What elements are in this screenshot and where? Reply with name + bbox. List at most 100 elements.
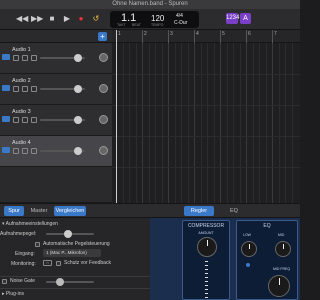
input-select[interactable]: 1 (Mac P...Mikrofon) [43, 249, 101, 257]
compressor-amount-dial[interactable] [197, 237, 217, 257]
monitoring-label: Monitoring: [11, 261, 36, 267]
ruler-label: 4 [196, 31, 199, 37]
record-enable-button[interactable] [99, 53, 108, 62]
tab-master[interactable]: Master [27, 206, 51, 216]
grid-line [181, 43, 182, 203]
track-header-bar: + [0, 30, 112, 43]
input-monitor-icon[interactable] [31, 117, 37, 123]
lane-divider [112, 74, 300, 75]
lcd-signature: 4/4 [176, 13, 183, 19]
auto-level-checkbox[interactable] [35, 242, 40, 247]
lcd-tempo-label: TEMPO [151, 23, 164, 27]
eq-mid-freq-dial[interactable] [268, 275, 290, 297]
eq-mid-freq-label: MID FREQ [273, 267, 291, 271]
headphones-icon[interactable] [22, 86, 28, 92]
eq-title: EQ [263, 223, 271, 229]
ruler-label: 3 [170, 31, 173, 37]
arrangement-area[interactable] [112, 43, 300, 203]
recording-section-header[interactable]: ▾ Aufnahmeeinstellungen [2, 221, 152, 227]
grid-line [155, 43, 156, 203]
plugins-section-header[interactable]: ▸ Plug-ins [2, 291, 152, 297]
record-enable-button[interactable] [99, 115, 108, 124]
track-inspector: ▾ Aufnahmeeinstellungen Aufnahmepegel: A… [0, 218, 150, 300]
compressor-amount-label: AMOUNT [198, 231, 214, 235]
compressor-meter [202, 261, 212, 299]
divider [0, 276, 150, 277]
forward-button[interactable]: ▶▶ [31, 13, 43, 25]
track-row[interactable]: Audio 4 [0, 136, 112, 167]
grid-line [148, 43, 150, 203]
grid-line [161, 43, 163, 203]
playhead[interactable] [116, 30, 117, 203]
input-monitor-icon[interactable] [31, 86, 37, 92]
grid-line [194, 43, 195, 203]
track-row[interactable]: Audio 3 [0, 105, 112, 136]
headphones-icon[interactable] [22, 148, 28, 154]
volume-slider[interactable] [40, 147, 85, 155]
tab-eq[interactable]: EQ [224, 206, 244, 216]
ruler-tick [194, 30, 195, 43]
toolbar: ◀◀ ▶▶ ■ ▶ ● ↺ 1.1 TAKT BEAT 120 TEMPO 4/… [0, 9, 300, 30]
mute-icon[interactable] [13, 148, 19, 154]
volume-slider[interactable] [40, 54, 85, 62]
grid-line [239, 43, 241, 203]
track-row[interactable]: Audio 2 [0, 74, 112, 105]
mute-icon[interactable] [13, 117, 19, 123]
noise-gate-slider[interactable] [46, 278, 94, 286]
noise-gate-checkbox[interactable] [2, 279, 7, 284]
rewind-button[interactable]: ◀◀ [16, 13, 28, 25]
smart-controls-panel: COMPRESSOR AMOUNT EQ LOW MID MID FREQ [150, 218, 300, 300]
count-in-button[interactable]: 1234 [226, 13, 239, 24]
grid-line [122, 43, 124, 203]
mute-icon[interactable] [13, 86, 19, 92]
tab-vergleichen[interactable]: Vergleichen [54, 206, 86, 216]
add-track-button[interactable]: + [98, 32, 107, 41]
feedback-protect-checkbox[interactable] [56, 261, 61, 266]
volume-slider[interactable] [40, 116, 85, 124]
volume-knob[interactable] [74, 54, 82, 62]
waveform-icon [2, 116, 10, 122]
stop-button[interactable]: ■ [47, 13, 57, 25]
grid-line [213, 43, 215, 203]
eq-mid-dial[interactable] [275, 241, 291, 257]
ruler-tick [142, 30, 143, 43]
grid-line [129, 43, 130, 203]
monitoring-toggle-icon[interactable]: ∩ [43, 260, 52, 266]
input-level-knob[interactable] [64, 230, 72, 238]
grid-line [200, 43, 202, 203]
feedback-protect-label: Schutz vor Feedback [64, 260, 111, 266]
volume-knob[interactable] [74, 147, 82, 155]
grid-line [259, 43, 260, 203]
tab-regler[interactable]: Regler [184, 206, 214, 216]
cycle-button[interactable]: ↺ [91, 13, 101, 25]
divider [0, 288, 150, 289]
mute-icon[interactable] [13, 55, 19, 61]
eq-low-dial[interactable] [241, 241, 257, 257]
grid-line [187, 43, 189, 203]
ruler-tick [220, 30, 221, 43]
chevron-down-icon: ▾ [2, 221, 5, 227]
input-level-slider[interactable] [46, 230, 94, 238]
record-enable-button[interactable] [99, 84, 108, 93]
tuner-button[interactable]: A [240, 13, 251, 24]
lcd-key: C-Dur [174, 20, 188, 26]
headphones-icon[interactable] [22, 55, 28, 61]
play-button[interactable]: ▶ [62, 13, 72, 25]
volume-slider[interactable] [40, 85, 85, 93]
volume-knob[interactable] [74, 116, 82, 124]
input-monitor-icon[interactable] [31, 148, 37, 154]
tab-spur[interactable]: Spur [4, 206, 24, 216]
timeline-ruler[interactable]: 1 2 3 4 5 6 7 [112, 30, 300, 43]
noise-gate-knob[interactable] [56, 278, 64, 286]
track-name: Audio 1 [12, 47, 31, 53]
grid-line [252, 43, 254, 203]
headphones-icon[interactable] [22, 117, 28, 123]
record-enable-button[interactable] [99, 146, 108, 155]
waveform-icon [2, 85, 10, 91]
eq-panel: EQ LOW MID MID FREQ [236, 220, 298, 300]
lcd-display[interactable]: 1.1 TAKT BEAT 120 TEMPO 4/4 C-Dur [110, 11, 199, 28]
volume-knob[interactable] [74, 85, 82, 93]
input-monitor-icon[interactable] [31, 55, 37, 61]
record-button[interactable]: ● [76, 13, 86, 25]
track-row[interactable]: Audio 1 [0, 43, 112, 74]
